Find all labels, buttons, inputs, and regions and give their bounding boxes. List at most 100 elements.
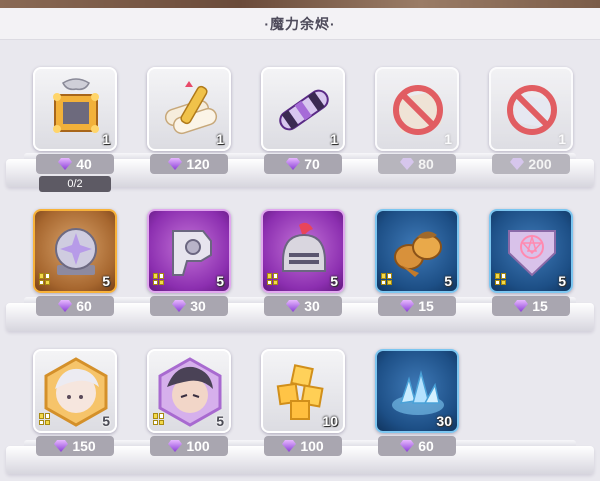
- price-tag[interactable]: 100: [264, 436, 342, 456]
- shop-item-blue-crystals[interactable]: 30 60: [375, 349, 459, 456]
- shop-item-gauntlet[interactable]: 5 30: [147, 209, 231, 316]
- price-tag[interactable]: 200: [492, 154, 570, 174]
- item-count: 1: [216, 131, 224, 147]
- price-value: 60: [76, 298, 92, 314]
- magic-ember-gem-icon: [510, 158, 525, 170]
- item-card[interactable]: 1: [261, 67, 345, 151]
- item-card[interactable]: 5: [33, 209, 117, 293]
- price-value: 200: [528, 156, 552, 172]
- prohibited-icon: [507, 85, 557, 135]
- item-count: 5: [330, 273, 338, 289]
- magic-ember-gem-icon: [400, 440, 415, 452]
- price-value: 15: [418, 298, 434, 314]
- ornate-frame-icon: [53, 78, 99, 133]
- fragment-badge-icon: [39, 413, 51, 425]
- fragment-badge-icon: [267, 273, 279, 285]
- item-card[interactable]: 5: [489, 209, 573, 293]
- price-tag[interactable]: 150: [36, 436, 114, 456]
- rune-stone-icon: [55, 228, 97, 275]
- price-tag[interactable]: 100: [150, 436, 228, 456]
- price-tag[interactable]: 15: [492, 296, 570, 316]
- scroll-bundle-icon: [164, 81, 218, 135]
- fragment-badge-icon: [39, 273, 51, 285]
- item-count: 1: [330, 131, 338, 147]
- item-count: 1: [102, 131, 110, 147]
- acorn-charm-icon: [394, 231, 442, 277]
- fragment-badge-icon: [381, 273, 393, 285]
- price-tag[interactable]: 40: [36, 154, 114, 174]
- magic-ember-gem-icon: [400, 158, 415, 170]
- character-portrait-icon: [44, 357, 108, 427]
- shop-item-knight-helmet[interactable]: 5 30: [261, 209, 345, 316]
- shop-item-rune-stone[interactable]: 5 60: [33, 209, 117, 316]
- price-tag[interactable]: 30: [264, 296, 342, 316]
- magic-ember-gem-icon: [282, 440, 297, 452]
- magic-ember-gem-icon: [286, 158, 301, 170]
- price-value: 70: [304, 156, 320, 172]
- price-tag[interactable]: 30: [150, 296, 228, 316]
- purchase-limit: 0/2: [39, 176, 111, 192]
- magic-ember-gem-icon: [54, 440, 69, 452]
- item-count: 1: [558, 131, 566, 147]
- price-value: 30: [190, 298, 206, 314]
- price-value: 60: [418, 438, 434, 454]
- item-card[interactable]: 1: [489, 67, 573, 151]
- magic-ember-gem-icon: [514, 300, 529, 312]
- shop-item-scroll-bundle[interactable]: 1 120: [147, 67, 231, 174]
- shop-title: ·魔力余烬·: [264, 15, 336, 32]
- price-tag[interactable]: 15: [378, 296, 456, 316]
- shop-item-white-hair-portrait[interactable]: 5 150: [33, 349, 117, 456]
- shop-header: ·魔力余烬·: [0, 8, 600, 40]
- item-count: 5: [444, 273, 452, 289]
- price-tag[interactable]: 80: [378, 154, 456, 174]
- magic-ember-gem-icon: [168, 158, 183, 170]
- shop-item-purple-scroll[interactable]: 1 70: [261, 67, 345, 174]
- price-tag[interactable]: 60: [378, 436, 456, 456]
- item-count: 10: [322, 413, 338, 429]
- pentagon-emblem-icon: [508, 230, 556, 277]
- item-card[interactable]: 1: [147, 67, 231, 151]
- magic-ember-gem-icon: [168, 440, 183, 452]
- fragment-badge-icon: [153, 413, 165, 425]
- price-tag[interactable]: 60: [36, 296, 114, 316]
- item-card[interactable]: 5: [261, 209, 345, 293]
- price-tag[interactable]: 70: [264, 154, 342, 174]
- price-value: 100: [300, 438, 324, 454]
- shop-item-sold-out-2[interactable]: 1 200: [489, 67, 573, 174]
- price-tag[interactable]: 120: [150, 154, 228, 174]
- magic-ember-gem-icon: [58, 300, 73, 312]
- shop-item-gold-cubes[interactable]: 10 100: [261, 349, 345, 456]
- item-card[interactable]: 10: [261, 349, 345, 433]
- price-value: 40: [76, 156, 92, 172]
- shop-item-sold-out-1[interactable]: 1 80: [375, 67, 459, 174]
- gauntlet-icon: [172, 230, 212, 276]
- character-portrait-icon: [158, 357, 222, 427]
- price-value: 150: [72, 438, 96, 454]
- fragment-badge-icon: [495, 273, 507, 285]
- magic-ember-gem-icon: [58, 158, 73, 170]
- item-card[interactable]: 1: [375, 67, 459, 151]
- item-count: 5: [102, 413, 110, 429]
- item-card[interactable]: 5: [33, 349, 117, 433]
- shop-item-dark-hair-portrait[interactable]: 5 100: [147, 349, 231, 456]
- item-card[interactable]: 5: [375, 209, 459, 293]
- price-value: 15: [532, 298, 548, 314]
- shop-item-pentagon-emblem[interactable]: 5 15: [489, 209, 573, 316]
- item-card[interactable]: 30: [375, 349, 459, 433]
- purple-scroll-icon: [279, 89, 329, 131]
- magic-ember-gem-icon: [286, 300, 301, 312]
- item-card[interactable]: 5: [147, 209, 231, 293]
- item-count: 5: [102, 273, 110, 289]
- price-value: 30: [304, 298, 320, 314]
- item-card[interactable]: 5: [147, 349, 231, 433]
- shop-item-acorn-charm[interactable]: 5 15: [375, 209, 459, 316]
- magic-ember-gem-icon: [172, 300, 187, 312]
- item-card[interactable]: 1: [33, 67, 117, 151]
- fragment-badge-icon: [153, 273, 165, 285]
- shop-item-gold-frame[interactable]: 1 40 0/2: [33, 67, 117, 192]
- shop-panel: 1 40 0/2 1 120 1 70 1 80 1 200 5 60 5 30…: [0, 40, 600, 481]
- item-count: 5: [558, 273, 566, 289]
- price-value: 100: [186, 438, 210, 454]
- item-count: 30: [436, 413, 452, 429]
- knight-helmet-icon: [282, 222, 326, 272]
